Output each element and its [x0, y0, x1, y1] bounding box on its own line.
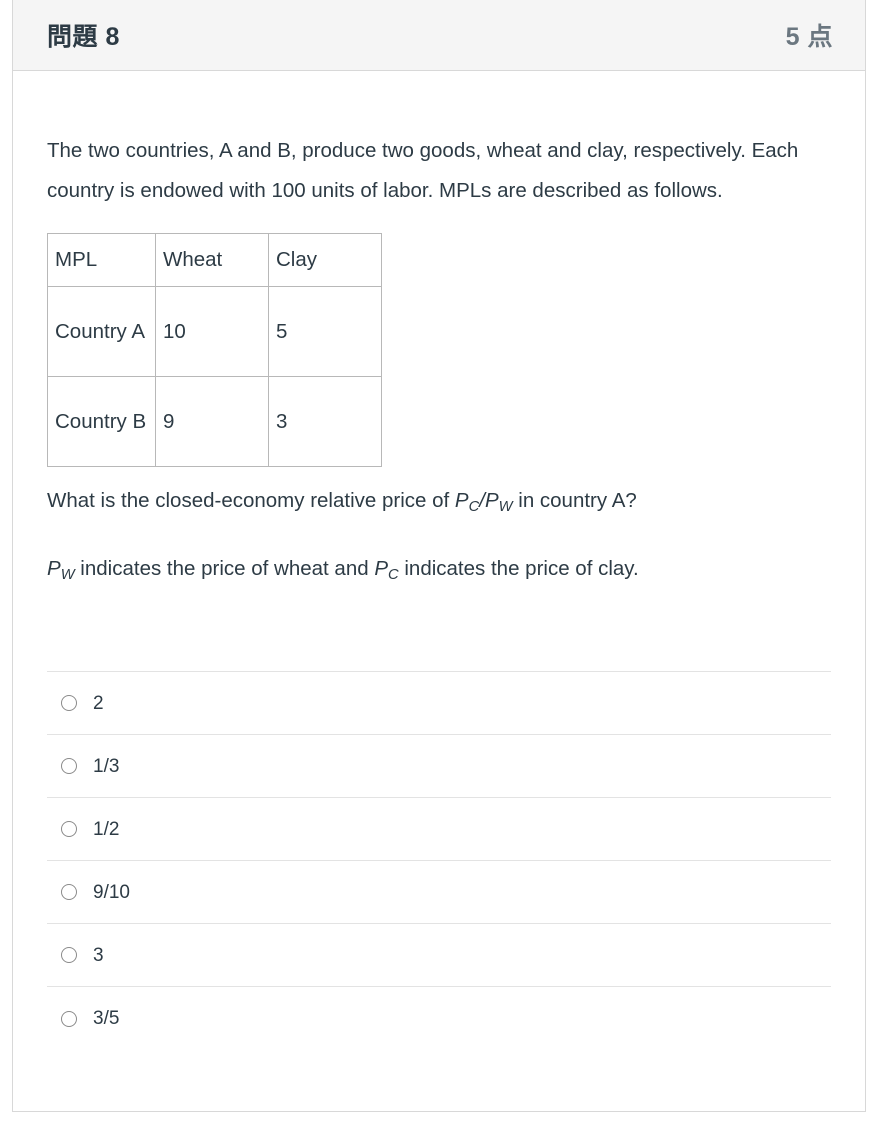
question-points-badge: 5 点	[785, 23, 833, 51]
table-cell-country-b-clay: 3	[268, 376, 382, 467]
question-definition-line: PW indicates the price of wheat and PC i…	[47, 549, 831, 595]
answer-option-label: 3/5	[93, 1008, 120, 1030]
radio-button-icon[interactable]	[61, 947, 77, 964]
answer-option-label: 2	[93, 692, 104, 714]
answer-option-row[interactable]: 3	[47, 924, 831, 988]
question-ask-line: What is the closed-economy relative pric…	[47, 481, 831, 527]
answer-option-label: 9/10	[93, 881, 130, 903]
table-cell-country-b-label: Country B	[47, 376, 156, 467]
table-row: Country B 9 3	[47, 376, 382, 467]
symbol-pc-definition-subscript: C	[388, 567, 399, 584]
table-cell-country-a-label: Country A	[47, 286, 156, 377]
answer-options-list: 2 1/3 1/2 9/10 3 3/5	[47, 671, 831, 1050]
table-cell-country-a-wheat: 10	[155, 286, 269, 377]
question-ask-lead: What is the closed-economy relative pric…	[47, 489, 455, 512]
answer-option-label: 1/3	[93, 755, 120, 777]
radio-button-icon[interactable]	[61, 821, 77, 838]
definition-text-one: indicates the price of wheat and	[74, 557, 375, 581]
answer-option-label: 3	[93, 944, 104, 966]
symbol-pw-definition-base: P	[47, 557, 61, 581]
answer-option-label: 1/2	[93, 818, 120, 840]
question-ask-tail: in country A?	[512, 489, 637, 512]
radio-button-icon[interactable]	[61, 884, 77, 901]
quiz-question-card: 問題 8 5 点 The two countries, A and B, pro…	[12, 0, 866, 1112]
symbol-pc-definition: PC	[374, 557, 399, 584]
symbol-pw-subscript: W	[498, 499, 513, 516]
answer-option-row[interactable]: 3/5	[47, 987, 831, 1050]
symbol-pw: PW	[484, 489, 513, 516]
question-intro-text: The two countries, A and B, produce two …	[47, 139, 799, 202]
mpl-table: MPL Wheat Clay Country A 10 5 Country B …	[47, 233, 382, 467]
radio-button-icon[interactable]	[61, 695, 77, 712]
table-cell-country-b-wheat: 9	[155, 376, 269, 467]
table-row: Country A 10 5	[47, 286, 382, 377]
symbol-pw-definition-subscript: W	[60, 567, 75, 584]
symbol-pc-subscript: C	[468, 499, 480, 516]
symbol-pw-base: P	[484, 489, 499, 512]
table-header-cell-wheat: Wheat	[155, 233, 269, 287]
table-header-cell-clay: Clay	[268, 233, 382, 287]
answer-option-row[interactable]: 1/3	[47, 735, 831, 799]
question-body: The two countries, A and B, produce two …	[13, 71, 865, 1050]
question-header: 問題 8 5 点	[13, 0, 865, 71]
symbol-pc-base: P	[454, 489, 469, 512]
symbol-pw-definition: PW	[47, 557, 75, 584]
table-cell-country-a-clay: 5	[268, 286, 382, 377]
question-title: 問題 8	[47, 23, 120, 51]
answer-option-row[interactable]: 9/10	[47, 861, 831, 925]
symbol-pc-definition-base: P	[374, 557, 389, 581]
symbol-pc: PC	[454, 489, 480, 516]
table-header-cell-mpl: MPL	[47, 233, 156, 287]
answer-option-row[interactable]: 2	[47, 672, 831, 736]
table-header-row: MPL Wheat Clay	[47, 233, 382, 287]
answer-option-row[interactable]: 1/2	[47, 798, 831, 862]
definition-text-two: indicates the price of clay.	[398, 557, 639, 581]
radio-button-icon[interactable]	[61, 1010, 77, 1027]
radio-button-icon[interactable]	[61, 758, 77, 775]
